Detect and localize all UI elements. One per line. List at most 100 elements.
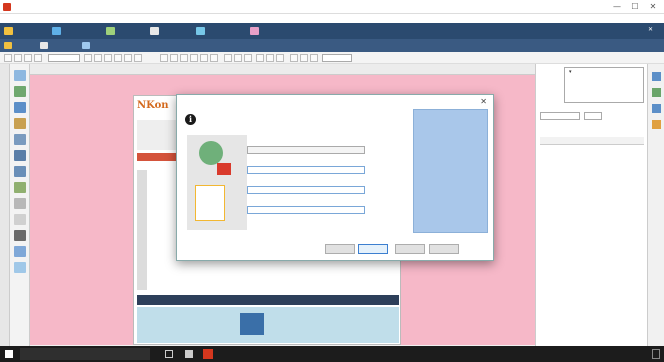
next-button[interactable]	[358, 244, 388, 254]
dialog-close-button[interactable]: ✕	[480, 97, 487, 106]
file-list-header	[540, 137, 644, 145]
toolbar-button[interactable]	[210, 54, 218, 62]
layout-icon[interactable]	[14, 134, 26, 145]
ribbon-tab-site-create[interactable]	[196, 26, 207, 36]
title-bar: — ☐ ✕	[0, 0, 664, 14]
tree-item-dropbox[interactable]: ▾	[565, 68, 643, 75]
font-size-up-button[interactable]	[256, 54, 264, 62]
menu-bar	[0, 14, 664, 23]
toolbar-button[interactable]	[160, 54, 168, 62]
format-toolbar	[0, 52, 664, 64]
site-logo: NKon	[137, 100, 169, 111]
dock-icon[interactable]	[652, 72, 661, 81]
info-icon: i	[185, 114, 196, 125]
cancel-button[interactable]	[395, 244, 425, 254]
cut-button[interactable]	[24, 54, 32, 62]
list-icon[interactable]	[14, 166, 26, 177]
bold-button[interactable]	[224, 54, 232, 62]
taskbar	[0, 346, 664, 362]
toolbar-button[interactable]	[200, 54, 208, 62]
back-button[interactable]	[325, 244, 355, 254]
ftp-server-field[interactable]	[247, 166, 365, 174]
italic-button[interactable]	[234, 54, 242, 62]
ribbon-tab-site-explorer[interactable]	[150, 26, 161, 36]
table-icon[interactable]	[14, 102, 26, 113]
site-create-icon	[196, 27, 205, 35]
filter-input[interactable]	[540, 112, 580, 120]
ribbon-tab-site-settings[interactable]	[52, 26, 63, 36]
help-panel	[413, 109, 488, 233]
grid-icon[interactable]	[14, 150, 26, 161]
ribbon-tab-extra[interactable]	[250, 26, 261, 36]
align-left-button[interactable]	[290, 54, 298, 62]
globe-icon	[199, 141, 223, 165]
ftp-password-field[interactable]	[247, 206, 365, 214]
dock-icon[interactable]	[652, 120, 661, 129]
wizard-illustration	[187, 135, 247, 230]
media-icon[interactable]	[14, 262, 26, 273]
editor-tab-bar	[30, 64, 535, 75]
notification-icon[interactable]	[652, 349, 660, 359]
underline-button[interactable]	[244, 54, 252, 62]
form-icon[interactable]	[14, 182, 26, 193]
redo-button[interactable]	[14, 54, 22, 62]
font-size-down-button[interactable]	[266, 54, 274, 62]
style-dropdown[interactable]	[48, 54, 80, 62]
ribbon2-tab-3[interactable]	[82, 41, 92, 50]
font-size-dropdown[interactable]	[322, 54, 352, 62]
panel-icon[interactable]	[14, 70, 26, 81]
transfer-icon	[217, 163, 231, 175]
align-right-button[interactable]	[310, 54, 318, 62]
ribbon2-tab-1[interactable]	[4, 41, 14, 50]
help-button[interactable]	[429, 244, 459, 254]
toolbar-button[interactable]	[94, 54, 102, 62]
extra-icon	[250, 27, 259, 35]
toolbar-button[interactable]	[170, 54, 178, 62]
device-icon[interactable]	[14, 230, 26, 241]
explorer-icon[interactable]	[185, 350, 193, 358]
document-icon	[195, 185, 225, 221]
link-icon[interactable]	[14, 246, 26, 257]
site-settings-icon	[52, 27, 61, 35]
align-center-button[interactable]	[300, 54, 308, 62]
toolbar-button[interactable]	[134, 54, 142, 62]
edit-icon[interactable]	[14, 118, 26, 129]
dock-icon[interactable]	[652, 104, 661, 113]
filter-button[interactable]	[584, 112, 602, 120]
folder-tree[interactable]: ▾	[564, 67, 644, 103]
windows-start-icon[interactable]	[5, 350, 13, 358]
image-icon[interactable]	[14, 86, 26, 97]
text-color-button[interactable]	[276, 54, 284, 62]
maximize-button[interactable]: ☐	[628, 2, 642, 12]
toolbar-button[interactable]	[180, 54, 188, 62]
tray-icons[interactable]	[440, 350, 550, 358]
ribbon-tab-page-list[interactable]	[106, 26, 117, 36]
provider-select[interactable]	[247, 146, 365, 154]
app-taskbar-icon[interactable]	[203, 349, 213, 359]
app-icon	[3, 3, 11, 11]
toolbar-button[interactable]	[114, 54, 122, 62]
toolbar-button[interactable]	[190, 54, 198, 62]
ribbon-tab-publish[interactable]	[4, 26, 15, 36]
toolbar-button[interactable]	[124, 54, 132, 62]
dock-icon[interactable]	[652, 88, 661, 97]
block-icon[interactable]	[14, 198, 26, 209]
taskbar-search[interactable]	[20, 348, 150, 360]
ribbon2-tab-2[interactable]	[40, 41, 50, 50]
ftp-account-field[interactable]	[247, 186, 365, 194]
divider-icon[interactable]	[14, 214, 26, 225]
minimize-button[interactable]: —	[610, 2, 624, 12]
wordpress-icon	[82, 42, 90, 49]
ribbon-close-icon[interactable]: ✕	[648, 26, 653, 33]
bottom-banner	[137, 307, 399, 343]
left-dock-strip[interactable]	[0, 64, 10, 346]
close-button[interactable]: ✕	[646, 2, 660, 12]
publish-icon	[4, 27, 13, 35]
undo-button[interactable]	[4, 54, 12, 62]
task-view-icon[interactable]	[165, 350, 173, 358]
toolbar-button[interactable]	[104, 54, 112, 62]
copy-button[interactable]	[34, 54, 42, 62]
toolbar-button[interactable]	[84, 54, 92, 62]
right-dock-strip[interactable]	[647, 64, 664, 346]
music-icon	[240, 313, 264, 335]
